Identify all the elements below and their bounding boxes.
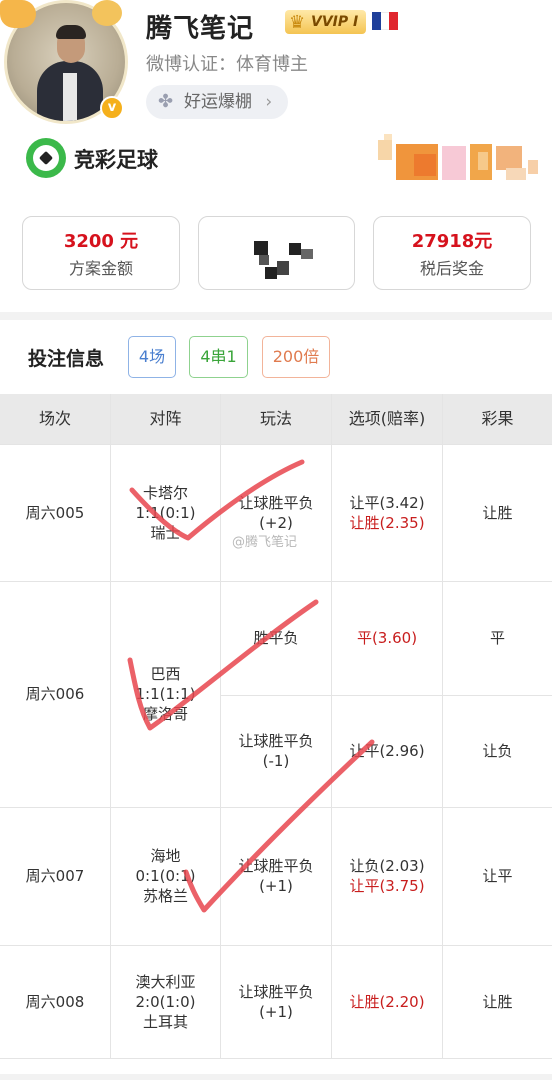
avatar-decoration (0, 0, 36, 28)
row4-teams: 澳大利亚 2:0(1:0) 土耳其 (111, 946, 220, 1058)
row1-match-no: 周六005 (0, 445, 110, 580)
grid-line (0, 945, 552, 946)
lottery-title: 竞彩足球 (74, 148, 158, 172)
tag-multiplier: 200倍 (262, 336, 330, 378)
certification-text: 微博认证：体育博主 (146, 54, 308, 75)
plan-amount-label: 方案金额 (68, 259, 133, 278)
row1-teams: 卡塔尔 1:1(0:1) 瑞士 (111, 445, 220, 580)
section-divider (0, 312, 552, 320)
france-flag-icon (372, 12, 399, 30)
row1-play-type: 让球胜平负 (+2) (221, 445, 331, 580)
header-match-no: 场次 (0, 394, 110, 444)
row4-result: 让胜 (443, 946, 552, 1058)
grid-line (221, 695, 552, 696)
row2b-result: 让负 (443, 696, 552, 806)
row2a-play-type: 胜平负 (221, 582, 331, 694)
row1-options: 让平(3.42) 让胜(2.35) (332, 445, 442, 580)
bet-info-title: 投注信息 (28, 348, 105, 370)
row3-play-type: 让球胜平负 (+1) (221, 808, 331, 944)
header-option-odds: 选项(赔率) (332, 394, 442, 444)
grid-line (0, 581, 552, 582)
luck-button[interactable]: ✤ 好运爆棚 › (146, 85, 289, 119)
row1-result: 让胜 (443, 445, 552, 580)
profile-header: v 腾飞笔记 ♛ VVIP I 微博认证：体育博主 ✤ 好运爆棚 › (0, 0, 552, 130)
prize-label: 税后奖金 (419, 259, 484, 278)
user-name[interactable]: 腾飞笔记 (146, 8, 254, 45)
redacted-card (198, 216, 355, 290)
row3-options: 让负(2.03) 让平(3.75) (332, 808, 442, 944)
verified-badge-icon: v (100, 96, 124, 120)
crown-icon: ♛ (289, 12, 306, 33)
header-result: 彩果 (443, 394, 552, 444)
header-play-type: 玩法 (221, 394, 331, 444)
plan-amount-value: 3200 元 (63, 231, 139, 252)
row2-teams: 巴西 1:1(1:1) 摩洛哥 (111, 582, 220, 806)
row3-result: 让平 (443, 808, 552, 944)
grid-line (0, 1058, 552, 1059)
plan-amount-card: 3200 元 方案金额 (22, 216, 180, 290)
row2b-options: 让平(2.96) (332, 696, 442, 806)
row4-options: 让胜(2.20) (332, 946, 442, 1058)
row3-teams: 海地 0:1(0:1) 苏格兰 (111, 808, 220, 944)
grid-line (220, 394, 221, 1058)
clover-icon: ✤ (158, 91, 174, 112)
row4-match-no: 周六008 (0, 946, 110, 1058)
soccer-ball-icon (26, 138, 66, 178)
prize-card: 27918元 税后奖金 (373, 216, 531, 290)
tag-parlay-type: 4串1 (189, 336, 248, 378)
avatar-decoration (92, 0, 122, 26)
tag-match-count: 4场 (128, 336, 176, 378)
chevron-right-icon: › (265, 92, 273, 112)
row4-play-type: 让球胜平负 (+1) (221, 946, 331, 1058)
grid-line (0, 444, 552, 445)
grid-line (331, 394, 332, 1058)
row2-match-no: 周六006 (0, 582, 110, 806)
row3-match-no: 周六007 (0, 808, 110, 944)
row2a-result: 平 (443, 582, 552, 694)
bottom-divider (0, 1074, 552, 1080)
row2a-options: 平(3.60) (332, 582, 442, 694)
grid-line (110, 394, 111, 1058)
redacted-mosaic (378, 134, 538, 190)
vip-badge[interactable]: ♛ VVIP I (285, 10, 367, 34)
grid-line (442, 394, 443, 1058)
grid-line (0, 807, 552, 808)
prize-value: 27918元 (411, 231, 493, 252)
row2b-play-type: 让球胜平负 (-1) (221, 696, 331, 806)
weibo-watermark: @腾飞笔记 (232, 535, 298, 550)
header-teams: 对阵 (111, 394, 220, 444)
